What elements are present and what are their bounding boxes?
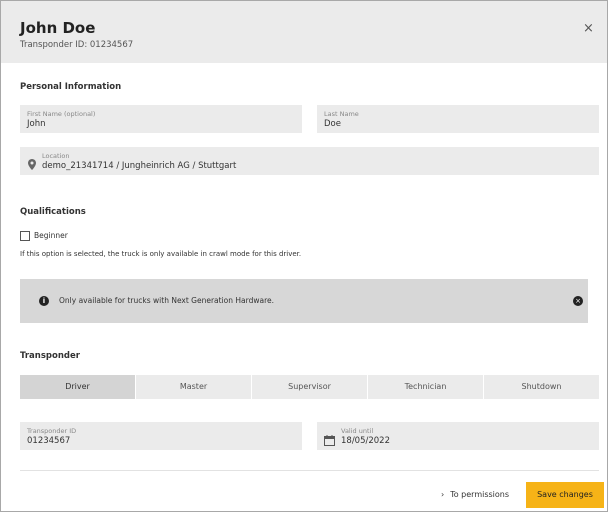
beginner-checkbox[interactable] bbox=[20, 231, 30, 241]
last-name-label: Last Name bbox=[324, 110, 359, 118]
dialog-header: John Doe Transponder ID: 01234567 × bbox=[1, 1, 607, 63]
first-name-field[interactable]: First Name (optional) John bbox=[20, 105, 302, 133]
valid-until-field[interactable]: Valid until 18/05/2022 bbox=[317, 422, 599, 450]
last-name-value: Doe bbox=[324, 119, 341, 129]
valid-until-label: Valid until bbox=[341, 427, 374, 435]
location-pin-icon bbox=[28, 155, 36, 174]
tab-shutdown[interactable]: Shutdown bbox=[483, 375, 599, 399]
dialog-subtitle: Transponder ID: 01234567 bbox=[20, 40, 134, 50]
valid-until-value: 18/05/2022 bbox=[341, 436, 390, 446]
beginner-label: Beginner bbox=[34, 231, 68, 240]
info-icon: i bbox=[39, 296, 49, 306]
first-name-value: John bbox=[27, 119, 46, 129]
location-value: demo_21341714 / Jungheinrich AG / Stuttg… bbox=[42, 161, 237, 171]
footer-divider bbox=[20, 470, 599, 471]
location-label: Location bbox=[42, 152, 70, 160]
hardware-info-banner: i Only available for trucks with Next Ge… bbox=[20, 279, 588, 323]
transponder-role-tabs: Driver Master Supervisor Technician Shut… bbox=[20, 375, 599, 399]
banner-text: Only available for trucks with Next Gene… bbox=[59, 296, 275, 305]
calendar-icon[interactable] bbox=[324, 431, 335, 450]
first-name-label: First Name (optional) bbox=[27, 110, 96, 118]
qualifications-heading: Qualifications bbox=[20, 207, 86, 217]
to-permissions-link[interactable]: › To permissions bbox=[441, 490, 509, 499]
tab-technician[interactable]: Technician bbox=[367, 375, 483, 399]
location-field[interactable]: Location demo_21341714 / Jungheinrich AG… bbox=[20, 147, 599, 175]
personal-information-heading: Personal Information bbox=[20, 82, 122, 92]
close-icon[interactable]: × bbox=[583, 21, 594, 36]
tab-supervisor[interactable]: Supervisor bbox=[251, 375, 367, 399]
transponder-id-label: Transponder ID bbox=[27, 427, 77, 435]
to-permissions-label: To permissions bbox=[450, 490, 510, 499]
tab-master[interactable]: Master bbox=[135, 375, 251, 399]
transponder-id-value: 01234567 bbox=[27, 436, 71, 446]
transponder-heading: Transponder bbox=[20, 351, 80, 361]
beginner-hint: If this option is selected, the truck is… bbox=[20, 250, 302, 258]
close-circle-icon[interactable]: × bbox=[573, 296, 583, 306]
tab-driver[interactable]: Driver bbox=[20, 375, 135, 399]
save-changes-button[interactable]: Save changes bbox=[526, 482, 604, 508]
transponder-id-field[interactable]: Transponder ID 01234567 bbox=[20, 422, 302, 450]
chevron-right-icon: › bbox=[441, 490, 445, 499]
edit-driver-dialog: John Doe Transponder ID: 01234567 × Pers… bbox=[0, 0, 608, 512]
dialog-title: John Doe bbox=[20, 19, 96, 37]
last-name-field[interactable]: Last Name Doe bbox=[317, 105, 599, 133]
